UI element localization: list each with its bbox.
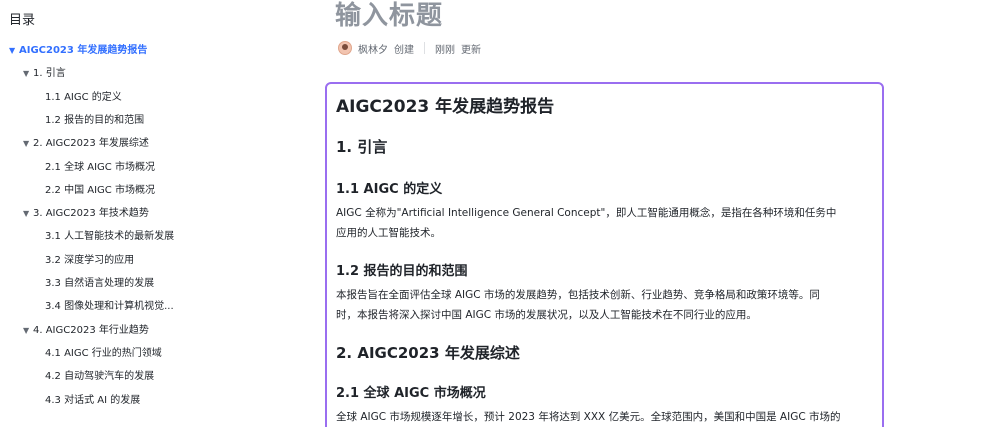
expand-caret-icon[interactable]: ▼ [23,69,33,78]
toc-item[interactable]: ▼ 4. AIGC2023 年行业趋势 [23,321,149,336]
toc-title: 目录 [9,13,36,28]
heading-section-2[interactable]: 2. AIGC2023 年发展综述 [336,342,520,363]
toc-item-label: 4.1 AIGC 行业的热门领域 [45,347,162,359]
document-meta: 枫林夕 创建 刚刚 更新 [338,40,481,56]
paragraph-1-2-line-1[interactable]: 本报告旨在全面评估全球 AIGC 市场的发展趋势，包括技术创新、行业趋势、竞争格… [336,285,820,305]
toc-item-label: 3. AIGC2023 年技术趋势 [33,208,149,220]
toc-item[interactable]: 2.1 全球 AIGC 市场概况 [45,158,155,173]
toc-item-label: 4.2 自动驾驶汽车的发展 [45,371,155,383]
toc-item[interactable]: ▼ 2. AIGC2023 年发展综述 [23,134,149,149]
updated-label: 更新 [461,44,481,56]
toc-item-label: 1. 引言 [33,68,66,80]
toc-item-label: 1.2 报告的目的和范围 [45,114,145,126]
toc-item-label: 3.3 自然语言处理的发展 [45,278,155,289]
toc-item-label: 4. AIGC2023 年行业趋势 [33,324,149,336]
toc-item[interactable]: 3.2 深度学习的应用 [45,251,134,266]
toc-item[interactable]: ▼ 3. AIGC2023 年技术趋势 [23,204,149,219]
toc-item-label: 2. AIGC2023 年发展综述 [33,138,149,150]
toc-item[interactable]: ▼ AIGC2023 年发展趋势报告 [9,41,147,56]
toc-item-label: 2.1 全球 AIGC 市场概况 [45,161,155,173]
toc-item[interactable]: ▼ 1. 引言 [23,64,66,79]
author-name[interactable]: 枫林夕 [358,41,388,56]
expand-caret-icon[interactable]: ▼ [23,139,33,148]
table-of-contents: 目录 ▼ AIGC2023 年发展趋势报告 ▼ 1. 引言 1.1 AIGC 的定义 1.… [0,0,300,427]
heading-1[interactable]: AIGC2023 年发展趋势报告 [336,92,554,117]
paragraph-1-2-line-2[interactable]: 时，本报告将深入探讨中国 AIGC 市场的发展状况，以及人工智能技术在不同行业的… [336,305,757,325]
heading-2-1[interactable]: 2.1 全球 AIGC 市场概况 [336,382,486,401]
toc-item-label: 4.3 对话式 AI 的发展 [45,394,141,406]
avatar[interactable] [338,41,352,55]
toc-item[interactable]: 4.2 自动驾驶汽车的发展 [45,367,154,382]
toc-item[interactable]: 2.2 中国 AIGC 市场概况 [45,181,155,196]
document-title-input[interactable]: 输入标题 [335,0,443,32]
heading-1-2[interactable]: 1.2 报告的目的和范围 [336,260,468,279]
toc-item-label: 3.4 图像处理和计算机视觉... [45,301,174,313]
heading-section-1[interactable]: 1. 引言 [336,136,387,157]
toc-item-label: 1.1 AIGC 的定义 [45,91,122,103]
expand-caret-icon[interactable]: ▼ [23,209,33,218]
toc-item[interactable]: 3.3 自然语言处理的发展 [45,274,154,289]
paragraph-1-1-line-1[interactable]: AIGC 全称为"Artificial Intelligence General… [336,203,836,223]
toc-item[interactable]: 1.2 报告的目的和范围 [45,111,144,126]
toc-item[interactable]: 3.4 图像处理和计算机视觉... [45,297,174,312]
meta-divider [424,42,425,54]
toc-item[interactable]: 1.1 AIGC 的定义 [45,88,122,103]
toc-item[interactable]: 4.1 AIGC 行业的热门领域 [45,344,162,359]
toc-item[interactable]: 4.3 对话式 AI 的发展 [45,391,140,406]
paragraph-2-1-line-1[interactable]: 全球 AIGC 市场规模逐年增长，预计 2023 年将达到 XXX 亿美元。全球… [336,407,841,427]
created-label: 创建 [394,44,414,56]
expand-caret-icon[interactable]: ▼ [9,46,19,55]
heading-1-1[interactable]: 1.1 AIGC 的定义 [336,178,442,197]
toc-item-label: 3.1 人工智能技术的最新发展 [45,231,175,243]
paragraph-1-1-line-2[interactable]: 应用的人工智能技术。 [336,223,441,243]
toc-item-label: 2.2 中国 AIGC 市场概况 [45,184,155,196]
expand-caret-icon[interactable]: ▼ [23,326,33,335]
toc-item-label: AIGC2023 年发展趋势报告 [19,45,148,56]
toc-item-label: 3.2 深度学习的应用 [45,254,135,266]
document-editor[interactable]: AIGC2023 年发展趋势报告 1. 引言 1.1 AIGC 的定义 AIGC… [325,82,884,427]
toc-item[interactable]: 3.1 人工智能技术的最新发展 [45,227,174,242]
updated-time: 刚刚 [435,44,455,56]
